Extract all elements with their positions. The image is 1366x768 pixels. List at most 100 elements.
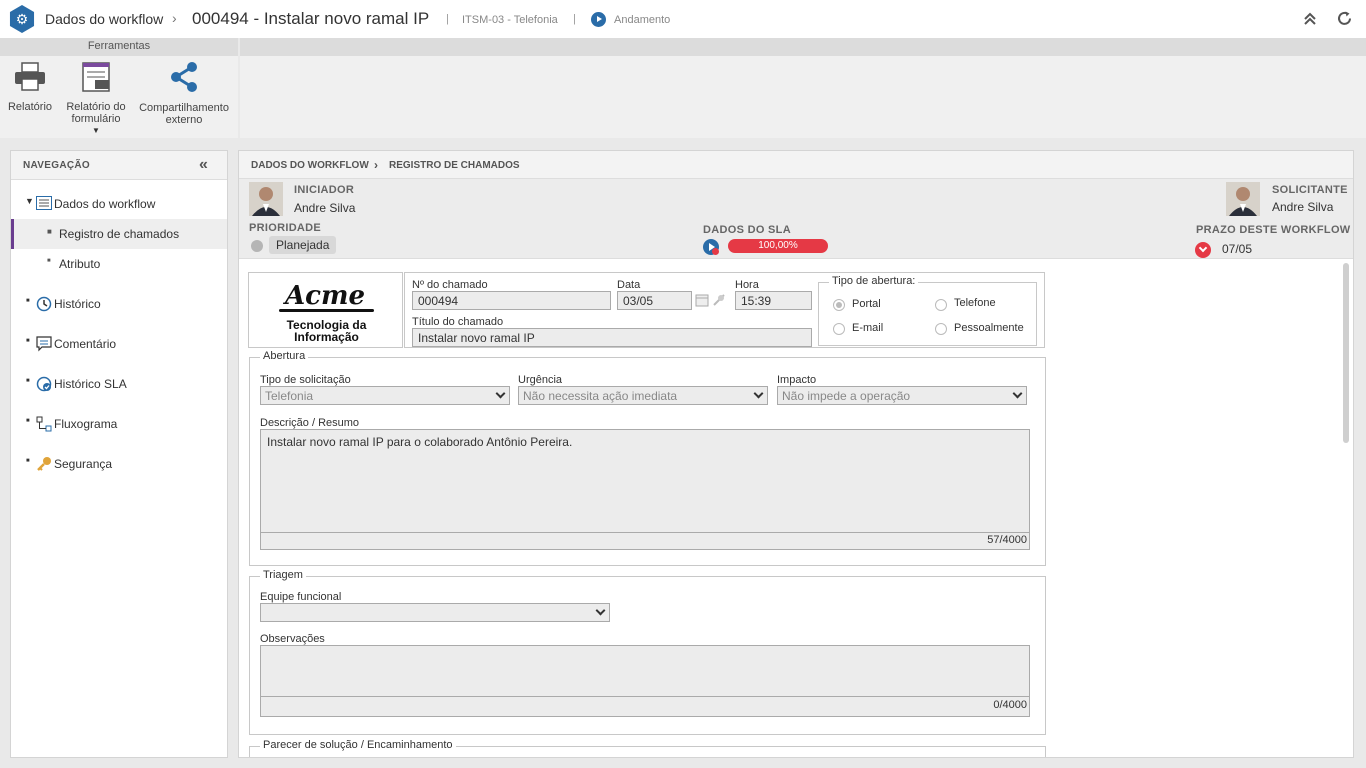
requester-avatar	[1226, 182, 1260, 216]
flowchart-icon	[36, 416, 52, 432]
radio-in-person[interactable]	[935, 323, 947, 335]
description-counter: 57/4000	[987, 534, 1027, 546]
bullet: ■	[47, 227, 52, 236]
call-title-label: Título do chamado	[412, 316, 504, 328]
toolbar-group-label: Ferramentas	[0, 38, 238, 56]
call-number-label: Nº do chamado	[412, 279, 488, 291]
nav-item-sla-history[interactable]: ■ Histórico SLA	[11, 371, 227, 397]
priority-label: PRIORIDADE	[249, 222, 322, 234]
page-title: 000494 - Instalar novo ramal IP	[192, 9, 430, 28]
form-report-label-1: Relatório do	[66, 101, 126, 113]
share-label-1: Compartilhamento	[139, 102, 229, 114]
radio-phone-label[interactable]: Telefone	[954, 297, 996, 309]
radio-phone[interactable]	[935, 299, 947, 311]
radio-portal[interactable]	[833, 299, 845, 311]
sla-label: DADOS DO SLA	[703, 224, 791, 236]
calendar-icon[interactable]	[695, 293, 709, 307]
nav-item-label: Histórico SLA	[54, 377, 127, 391]
form-report-button[interactable]: Relatório do formulário ▼	[60, 62, 132, 137]
main-panel: DADOS DO WORKFLOW › REGISTRO DE CHAMADOS…	[238, 150, 1354, 758]
sla-history-icon	[36, 376, 52, 392]
request-type-value: Telefonia	[265, 389, 314, 403]
nav-item-label: Registro de chamados	[59, 227, 180, 241]
radio-portal-label[interactable]: Portal	[852, 298, 881, 310]
sla-progress-bar: 100,00%	[728, 239, 828, 253]
breadcrumb-item[interactable]: DADOS DO WORKFLOW	[251, 160, 369, 171]
call-title-field[interactable]: Instalar novo ramal IP	[412, 328, 812, 347]
nav-item-call-registry[interactable]: ■ Registro de chamados	[11, 219, 227, 249]
nav-item-label: Dados do workflow	[54, 197, 156, 211]
sla-play-icon[interactable]	[703, 239, 719, 255]
divider: |	[446, 13, 449, 25]
share-label-2: externo	[165, 114, 203, 126]
impact-select[interactable]: Não impede a operação	[777, 386, 1027, 405]
priority-badge: Planejada	[269, 236, 337, 254]
radio-in-person-label[interactable]: Pessoalmente	[954, 322, 1024, 334]
refresh-icon[interactable]	[1336, 10, 1353, 27]
share-icon	[171, 62, 197, 92]
history-icon	[36, 296, 52, 312]
requester-name: Andre Silva	[1272, 200, 1334, 214]
nav-item-attribute[interactable]: ■ Atributo	[11, 251, 227, 277]
initiator-avatar	[249, 182, 283, 216]
clear-date-icon[interactable]	[712, 293, 726, 307]
breadcrumb-workflow-data[interactable]: Dados do workflow	[45, 11, 163, 27]
caret-down-icon[interactable]: ▼	[25, 196, 34, 206]
form-report-label-2: formulário	[71, 113, 121, 125]
dropdown-caret-icon[interactable]: ▼	[60, 125, 132, 137]
radio-email[interactable]	[833, 323, 845, 335]
call-number-field[interactable]: 000494	[412, 291, 611, 310]
description-textarea[interactable]: Instalar novo ramal IP para o colaborado…	[260, 429, 1030, 533]
app-gear-icon[interactable]: ⚙	[9, 5, 35, 33]
initiator-name: Andre Silva	[294, 201, 356, 215]
collapse-up-icon[interactable]	[1303, 12, 1317, 26]
report-button[interactable]: Relatório	[4, 62, 56, 113]
logo-swoosh	[279, 309, 374, 312]
chevron-down-icon	[595, 605, 606, 616]
top-bar: ⚙ Dados do workflow › 000494 - Instalar …	[0, 0, 1366, 38]
nav-item-security[interactable]: ■ Segurança	[11, 451, 227, 477]
date-field[interactable]: 03/05	[617, 291, 692, 310]
logo-brand: Acme	[284, 281, 366, 311]
form-icon	[36, 196, 52, 210]
nav-item-comment[interactable]: ■ Comentário	[11, 331, 227, 357]
urgency-label: Urgência	[518, 374, 563, 386]
chevron-down-icon	[495, 388, 506, 399]
status-label: Andamento	[614, 14, 671, 26]
toolbar-strip	[240, 38, 1366, 56]
workflow-info-bar: INICIADOR Andre Silva SOLICITANTE Andre …	[239, 179, 1353, 259]
main-breadcrumb: DADOS DO WORKFLOW › REGISTRO DE CHAMADOS	[239, 151, 1353, 179]
form-scrollbar[interactable]	[1343, 263, 1349, 443]
bullet: ■	[47, 258, 51, 264]
nav-item-workflow-data[interactable]: ▼ Dados do workflow	[11, 191, 227, 215]
request-type-select[interactable]: Telefonia	[260, 386, 510, 405]
deadline-value: 07/05	[1222, 242, 1253, 256]
notes-textarea[interactable]	[260, 645, 1030, 697]
team-select[interactable]	[260, 603, 610, 622]
toolbar: Relatório Relatório do formulário ▼ Comp…	[0, 56, 238, 138]
form-report-icon	[82, 62, 110, 92]
radio-email-label[interactable]: E-mail	[852, 322, 883, 334]
nav-item-label: Fluxograma	[54, 417, 118, 431]
time-field[interactable]: 15:39	[735, 291, 812, 310]
nav-item-flowchart[interactable]: ■ Fluxograma	[11, 411, 227, 437]
breadcrumb-item: REGISTRO DE CHAMADOS	[389, 160, 520, 171]
description-label: Descrição / Resumo	[260, 417, 360, 429]
collapse-left-icon[interactable]: «	[199, 156, 208, 174]
requester-label: SOLICITANTE	[1272, 184, 1348, 196]
toolbar-empty-area	[240, 56, 1366, 138]
solution-legend: Parecer de solução / Encaminhamento	[260, 739, 456, 751]
urgency-select[interactable]: Não necessita ação imediata	[518, 386, 768, 405]
team-label: Equipe funcional	[260, 591, 342, 603]
bullet: ■	[26, 458, 30, 464]
chevron-down-icon	[753, 388, 764, 399]
nav-item-label: Atributo	[59, 257, 101, 271]
nav-item-label: Histórico	[54, 297, 101, 311]
request-type-label: Tipo de solicitação	[260, 374, 351, 386]
navigation-title: NAVEGAÇÃO	[23, 160, 90, 171]
divider: |	[573, 13, 576, 25]
external-share-button[interactable]: Compartilhamento externo	[136, 60, 232, 126]
deadline-label: PRAZO DESTE WORKFLOW	[1196, 224, 1351, 236]
bullet: ■	[26, 298, 30, 304]
comment-icon	[36, 336, 52, 352]
